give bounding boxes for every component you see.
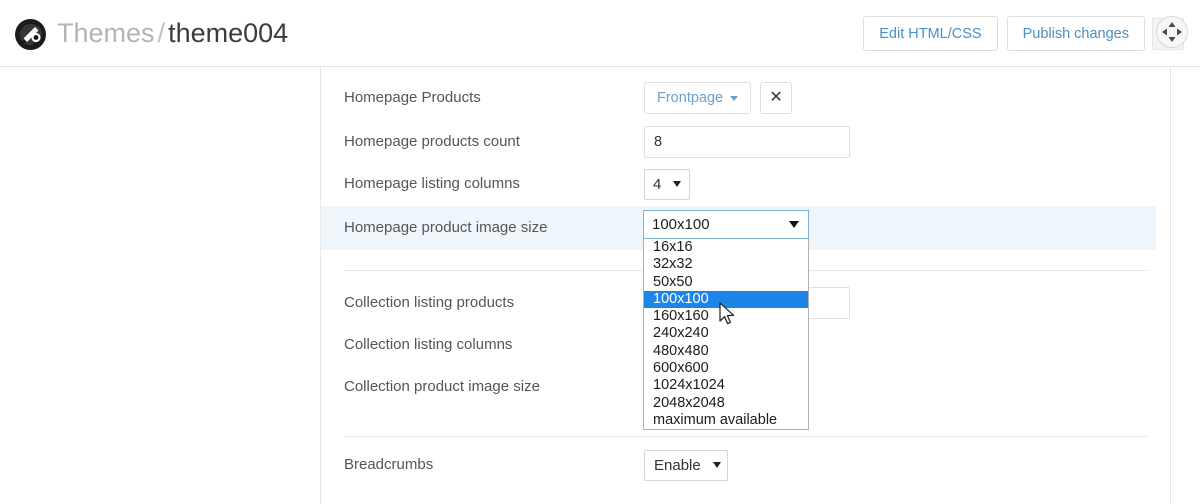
image-size-option[interactable]: 2048x2048 xyxy=(644,395,808,412)
right-rail xyxy=(1172,67,1200,504)
breadcrumb-parent[interactable]: Themes xyxy=(57,18,155,48)
chevron-down-icon xyxy=(712,462,721,468)
label-collection-listing-columns: Collection listing columns xyxy=(344,336,513,353)
breadcrumb-separator: / xyxy=(157,18,166,48)
label-collection-listing-products: Collection listing products xyxy=(344,294,515,311)
image-size-option[interactable]: 160x160 xyxy=(644,308,808,325)
image-size-option[interactable]: maximum available xyxy=(644,412,808,429)
label-breadcrumbs: Breadcrumbs xyxy=(344,456,434,473)
app-header: Themes / theme004 Edit HTML/CSS Publish ch… xyxy=(0,0,1200,67)
label-homepage-product-image-size: Homepage product image size xyxy=(344,219,548,236)
label-homepage-products-count: Homepage products count xyxy=(344,133,520,150)
label-collection-product-image-size: Collection product image size xyxy=(344,378,540,395)
palette-icon[interactable] xyxy=(14,18,47,51)
chevron-down-icon xyxy=(789,221,799,228)
header-actions: Edit HTML/CSS Publish changes xyxy=(854,16,1188,52)
frontpage-dropdown-label: Frontpage xyxy=(657,90,724,106)
breadcrumb-current: theme004 xyxy=(168,18,289,48)
image-size-option[interactable]: 16x16 xyxy=(644,239,808,256)
section-divider-2 xyxy=(344,436,1148,437)
breadcrumbs-select[interactable]: Enable xyxy=(644,449,728,481)
image-size-option[interactable]: 600x600 xyxy=(644,360,808,377)
breadcrumbs-select-value: Enable xyxy=(654,456,701,474)
image-size-option[interactable]: 100x100 xyxy=(644,290,808,309)
left-rail xyxy=(0,67,320,504)
image-size-option[interactable]: 32x32 xyxy=(644,256,808,273)
homepage-listing-columns-select[interactable]: 4 xyxy=(644,168,690,200)
homepage-product-image-size-dropdown: 100x100 16x16 32x32 50x50 100x100 160x160 240… xyxy=(643,210,809,431)
row-homepage-listing-columns: Homepage listing columns 4 xyxy=(321,162,1170,206)
image-size-option[interactable]: 1024x1024 xyxy=(644,377,808,394)
move-arrows-icon[interactable] xyxy=(1156,16,1188,48)
nav-pad-wrapper xyxy=(1152,16,1188,52)
control-breadcrumbs: Enable xyxy=(644,449,728,481)
control-homepage-products-count xyxy=(644,126,850,158)
edit-html-css-button[interactable]: Edit HTML/CSS xyxy=(863,16,998,51)
row-breadcrumbs: Breadcrumbs Enable xyxy=(321,443,1170,487)
app-window: Themes / theme004 Edit HTML/CSS Publish ch… xyxy=(0,0,1200,504)
image-size-select-value: 100x100 xyxy=(652,216,710,233)
chevron-down-icon xyxy=(730,95,739,101)
homepage-listing-columns-value: 4 xyxy=(653,175,662,193)
image-size-option[interactable]: 50x50 xyxy=(644,274,808,291)
frontpage-dropdown-button[interactable]: Frontpage xyxy=(644,82,752,114)
row-homepage-products: Homepage Products Frontpage ✕ xyxy=(321,76,1170,120)
image-size-select-button[interactable]: 100x100 xyxy=(643,210,809,239)
homepage-products-count-input[interactable] xyxy=(644,126,850,158)
label-homepage-listing-columns: Homepage listing columns xyxy=(344,175,520,192)
label-homepage-products: Homepage Products xyxy=(344,89,481,106)
control-homepage-listing-columns: 4 xyxy=(644,168,690,200)
publish-changes-button[interactable]: Publish changes xyxy=(1006,16,1145,51)
row-homepage-products-count: Homepage products count xyxy=(321,120,1170,164)
clear-homepage-products-button[interactable]: ✕ xyxy=(760,82,793,114)
image-size-option-list[interactable]: 16x16 32x32 50x50 100x100 160x160 240x240 480x… xyxy=(643,239,809,431)
image-size-option[interactable]: 240x240 xyxy=(644,325,808,342)
image-size-option[interactable]: 480x480 xyxy=(644,343,808,360)
control-homepage-products: Frontpage ✕ xyxy=(644,82,793,114)
chevron-down-icon xyxy=(673,181,681,187)
breadcrumb: Themes / theme004 xyxy=(57,13,288,53)
